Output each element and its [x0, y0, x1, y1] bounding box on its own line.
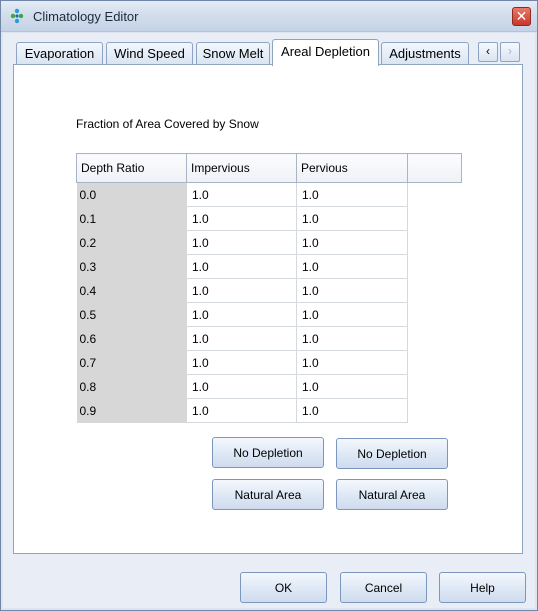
pervious-cell[interactable]: 1.0: [296, 206, 408, 231]
impervious-cell[interactable]: 1.0: [186, 374, 297, 399]
blank-cell: [407, 278, 462, 303]
depth-ratio-cell: 0.5: [76, 302, 187, 327]
climatology-editor-window: Climatology Editor ✕ Evaporation Wind Sp…: [0, 0, 538, 611]
blank-cell: [407, 398, 462, 423]
depth-ratio-cell: 0.2: [76, 230, 187, 255]
table-row: 0.4 1.0 1.0: [76, 278, 462, 303]
tab-scroll-left-button[interactable]: ‹: [478, 42, 498, 62]
tab-strip: Evaporation Wind Speed Snow Melt Areal D…: [13, 39, 528, 66]
impervious-cell[interactable]: 1.0: [186, 302, 297, 327]
pervious-cell[interactable]: 1.0: [296, 374, 408, 399]
depth-ratio-cell: 0.3: [76, 254, 187, 279]
column-header-depth-ratio[interactable]: Depth Ratio: [76, 153, 187, 183]
table-row: 0.5 1.0 1.0: [76, 302, 462, 327]
impervious-cell[interactable]: 1.0: [186, 182, 297, 207]
chevron-left-icon: ‹: [486, 44, 490, 58]
blank-cell: [407, 206, 462, 231]
tab-scroll-right-button[interactable]: ›: [500, 42, 520, 62]
title-bar[interactable]: Climatology Editor ✕: [1, 1, 537, 32]
pervious-cell[interactable]: 1.0: [296, 302, 408, 327]
no-depletion-pervious-button[interactable]: No Depletion: [336, 438, 448, 469]
column-header-impervious[interactable]: Impervious: [186, 153, 297, 183]
column-header-pervious[interactable]: Pervious: [296, 153, 408, 183]
cancel-button[interactable]: Cancel: [340, 572, 427, 603]
impervious-cell[interactable]: 1.0: [186, 230, 297, 255]
grid-header-row: Depth Ratio Impervious Pervious: [76, 153, 462, 183]
depth-ratio-cell: 0.7: [76, 350, 187, 375]
impervious-cell[interactable]: 1.0: [186, 350, 297, 375]
help-button[interactable]: Help: [439, 572, 526, 603]
impervious-cell[interactable]: 1.0: [186, 254, 297, 279]
client-area: Evaporation Wind Speed Snow Melt Areal D…: [3, 33, 535, 608]
column-header-blank: [407, 153, 462, 183]
blank-cell: [407, 302, 462, 327]
blank-cell: [407, 182, 462, 207]
table-row: 0.2 1.0 1.0: [76, 230, 462, 255]
close-button[interactable]: ✕: [512, 7, 531, 26]
pervious-cell[interactable]: 1.0: [296, 254, 408, 279]
blank-cell: [407, 374, 462, 399]
no-depletion-impervious-button[interactable]: No Depletion: [212, 437, 324, 468]
table-row: 0.7 1.0 1.0: [76, 350, 462, 375]
table-row: 0.9 1.0 1.0: [76, 398, 462, 423]
depth-ratio-cell: 0.0: [76, 182, 187, 207]
app-icon: [10, 8, 24, 24]
blank-cell: [407, 254, 462, 279]
pervious-cell[interactable]: 1.0: [296, 182, 408, 207]
ok-button[interactable]: OK: [240, 572, 327, 603]
pervious-cell[interactable]: 1.0: [296, 350, 408, 375]
blank-cell: [407, 230, 462, 255]
natural-area-impervious-button[interactable]: Natural Area: [212, 479, 324, 510]
pervious-cell[interactable]: 1.0: [296, 326, 408, 351]
depth-ratio-cell: 0.4: [76, 278, 187, 303]
tab-evaporation[interactable]: Evaporation: [16, 42, 103, 65]
depth-ratio-cell: 0.6: [76, 326, 187, 351]
areal-depletion-grid: Depth Ratio Impervious Pervious 0.0 1.0 …: [76, 153, 462, 423]
tab-adjustments[interactable]: Adjustments: [381, 42, 469, 65]
pervious-cell[interactable]: 1.0: [296, 278, 408, 303]
chevron-right-icon: ›: [508, 44, 512, 58]
table-row: 0.0 1.0 1.0: [76, 182, 462, 207]
tab-wind-speed[interactable]: Wind Speed: [106, 42, 193, 65]
table-row: 0.6 1.0 1.0: [76, 326, 462, 351]
tab-snow-melt[interactable]: Snow Melt: [196, 42, 270, 65]
depth-ratio-cell: 0.9: [76, 398, 187, 423]
close-icon: ✕: [515, 8, 528, 24]
section-label: Fraction of Area Covered by Snow: [76, 117, 259, 131]
depth-ratio-cell: 0.8: [76, 374, 187, 399]
pervious-cell[interactable]: 1.0: [296, 398, 408, 423]
impervious-cell[interactable]: 1.0: [186, 206, 297, 231]
table-row: 0.1 1.0 1.0: [76, 206, 462, 231]
window-title: Climatology Editor: [33, 9, 139, 24]
impervious-cell[interactable]: 1.0: [186, 278, 297, 303]
depth-ratio-cell: 0.1: [76, 206, 187, 231]
table-row: 0.3 1.0 1.0: [76, 254, 462, 279]
natural-area-pervious-button[interactable]: Natural Area: [336, 479, 448, 510]
areal-depletion-panel: Fraction of Area Covered by Snow Depth R…: [13, 64, 523, 554]
blank-cell: [407, 326, 462, 351]
impervious-cell[interactable]: 1.0: [186, 398, 297, 423]
blank-cell: [407, 350, 462, 375]
table-row: 0.8 1.0 1.0: [76, 374, 462, 399]
impervious-cell[interactable]: 1.0: [186, 326, 297, 351]
pervious-cell[interactable]: 1.0: [296, 230, 408, 255]
tab-areal-depletion[interactable]: Areal Depletion: [272, 39, 379, 66]
